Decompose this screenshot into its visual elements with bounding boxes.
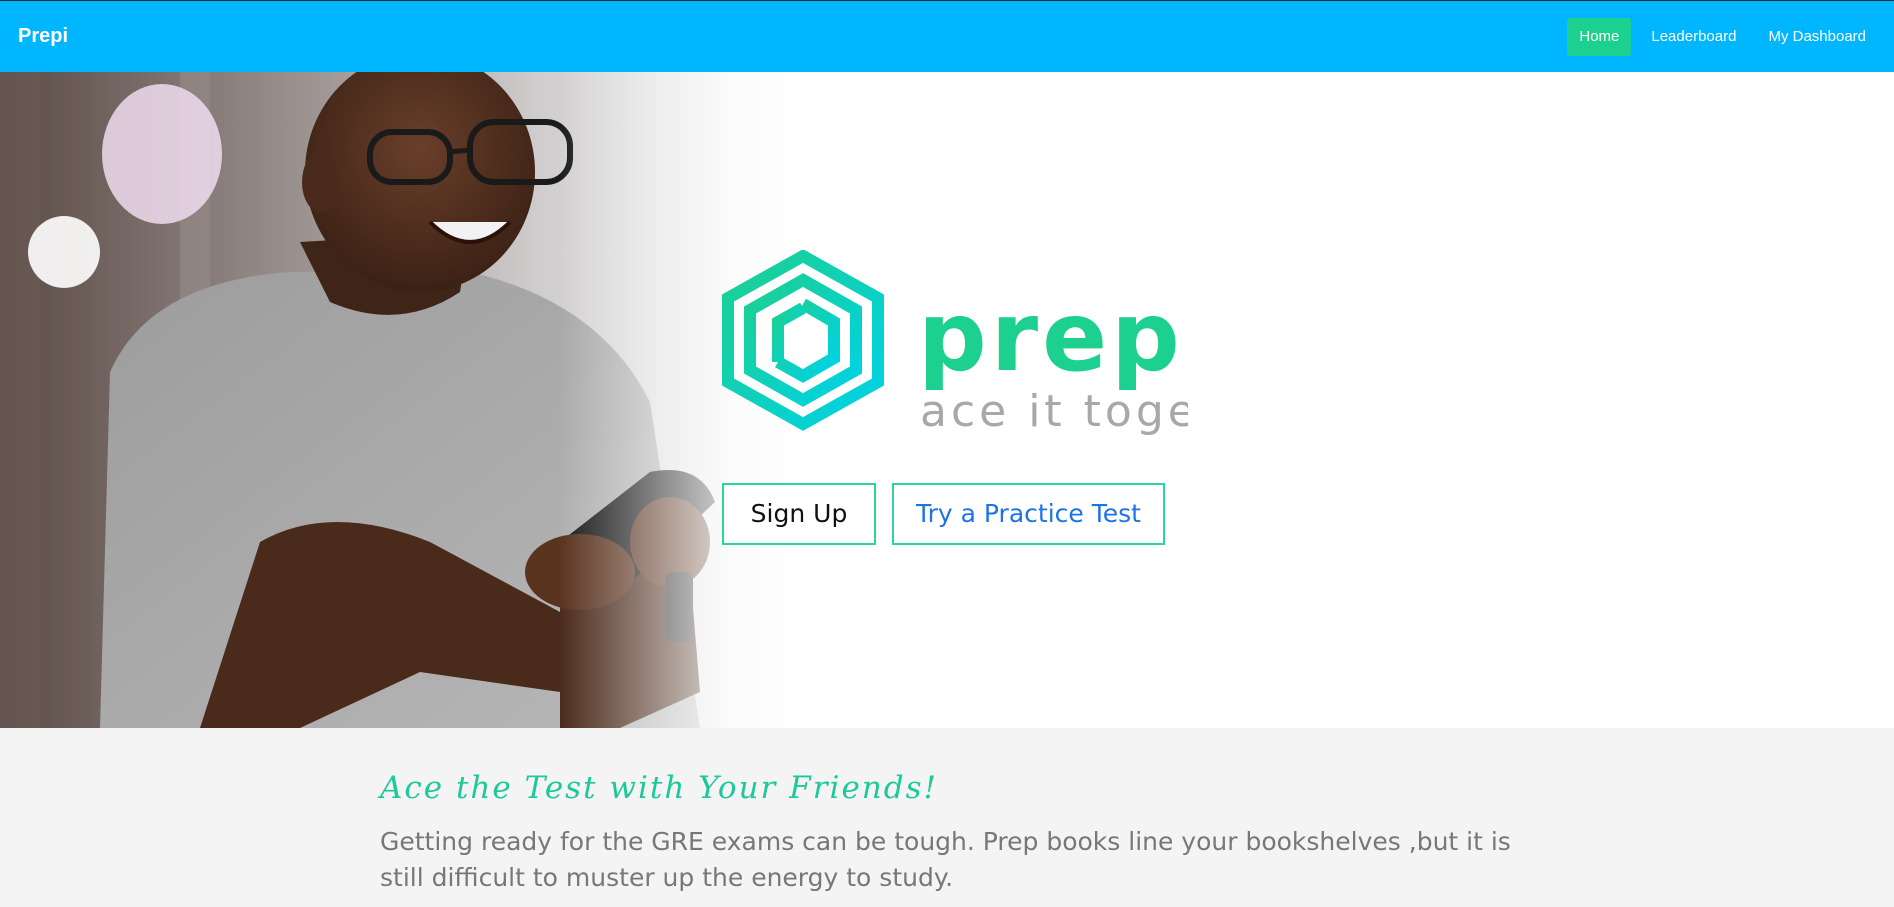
- about-text: Getting ready for the GRE exams can be t…: [380, 827, 1511, 892]
- nav-leaderboard[interactable]: Leaderboard: [1639, 18, 1748, 56]
- logo-tagline: ace it together: [920, 386, 1188, 437]
- hero-section: prepi ace it together Sign Up Try a Prac…: [0, 72, 1894, 728]
- brand-link[interactable]: Prepi: [18, 25, 68, 48]
- nav-my-dashboard[interactable]: My Dashboard: [1756, 18, 1878, 56]
- top-navbar: Prepi Home Leaderboard My Dashboard: [0, 0, 1894, 72]
- about-title: Ace the Test with Your Friends!: [380, 770, 938, 806]
- hexagon-icon: [722, 249, 884, 431]
- prepi-logo: prepi ace it together: [718, 249, 1301, 520]
- nav-links: Home Leaderboard My Dashboard: [1567, 18, 1878, 56]
- nav-home[interactable]: Home: [1567, 18, 1632, 56]
- logo-wordmark: prepi: [918, 281, 1188, 393]
- about-section: Ace the Test with Your Friends! Getting …: [0, 728, 1894, 907]
- sign-up-button[interactable]: Sign Up: [722, 483, 876, 545]
- practice-test-button[interactable]: Try a Practice Test: [892, 483, 1165, 545]
- prepi-logo-graphic: prepi ace it together: [722, 249, 1301, 437]
